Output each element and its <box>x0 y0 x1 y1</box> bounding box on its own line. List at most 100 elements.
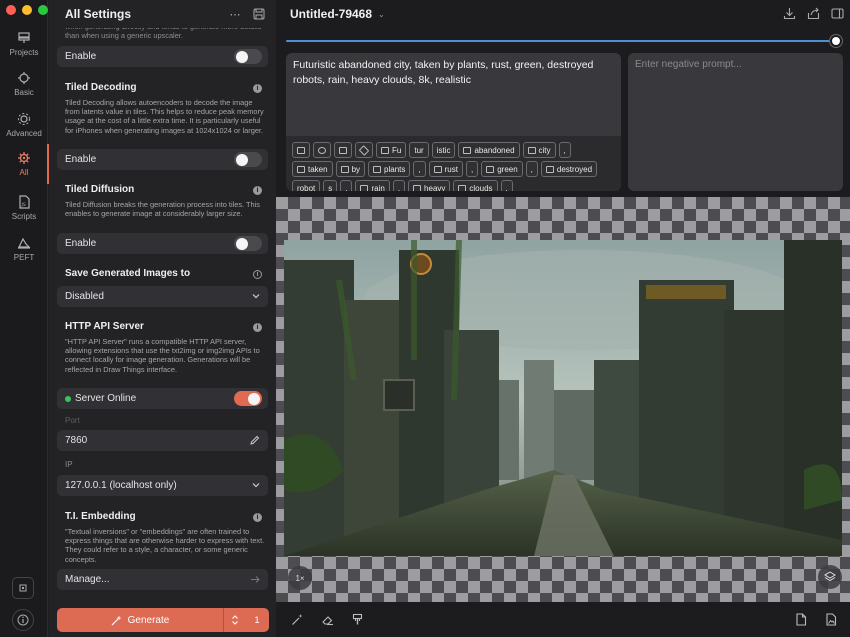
tiled-diffusion-enable-row[interactable]: Enable <box>57 233 268 254</box>
paint-brush-icon[interactable] <box>350 613 364 627</box>
server-status-row[interactable]: Server Online <box>57 388 268 409</box>
zoom-window-button[interactable] <box>38 5 48 15</box>
token[interactable]: green <box>481 161 523 177</box>
settings-header: All Settings ⋯ <box>49 0 276 28</box>
bottom-toolbar <box>276 602 850 637</box>
token[interactable]: city <box>522 142 556 158</box>
token[interactable]: rust <box>428 161 463 177</box>
generate-button[interactable]: Generate <box>57 608 223 632</box>
token[interactable]: robot <box>292 180 321 191</box>
slider-thumb[interactable] <box>830 35 842 47</box>
token[interactable]: , <box>340 180 353 191</box>
window-controls <box>6 5 48 15</box>
top-actions <box>782 6 844 20</box>
tiled-decoding-info-icon[interactable]: i <box>253 84 262 93</box>
chip-icon <box>19 584 27 592</box>
token[interactable]: clouds <box>453 180 498 191</box>
canvas[interactable]: 1× <box>276 197 850 602</box>
more-icon[interactable]: ⋯ <box>228 7 242 21</box>
token[interactable]: rain <box>355 180 390 191</box>
minimize-window-button[interactable] <box>22 5 32 15</box>
token[interactable]: heavy <box>408 180 451 191</box>
token[interactable]: plants <box>368 161 411 177</box>
ip-select[interactable]: 127.0.0.1 (localhost only) <box>57 475 268 496</box>
ip-value: 127.0.0.1 (localhost only) <box>65 480 177 491</box>
eraser-icon[interactable] <box>320 613 334 627</box>
tiled-diffusion-info-icon[interactable]: i <box>253 186 262 195</box>
pencil-icon[interactable] <box>249 435 260 446</box>
token[interactable]: taken <box>292 161 333 177</box>
document-title[interactable]: Untitled-79468 <box>290 7 372 21</box>
tiled-decoding-enable-label: Enable <box>65 154 97 165</box>
port-field[interactable]: 7860 <box>57 430 268 451</box>
token[interactable]: , <box>392 180 406 191</box>
settings-panel: All Settings ⋯ when generating directly … <box>49 0 276 637</box>
new-document-icon[interactable] <box>794 612 808 626</box>
settings-scroll[interactable]: when generating directly and tends to ge… <box>49 28 276 598</box>
token[interactable]: , <box>525 161 538 177</box>
rail-label-basic: Basic <box>14 88 34 97</box>
zoom-indicator[interactable]: 1× <box>288 566 312 590</box>
upscaler-enable-toggle[interactable] <box>234 49 262 64</box>
token[interactable]: destroyed <box>540 161 598 177</box>
tiled-diffusion-desc: Tiled Diffusion breaks the generation pr… <box>65 200 260 219</box>
generate-count-stepper[interactable] <box>223 608 245 632</box>
ti-embedding-info-icon[interactable]: i <box>253 513 262 522</box>
save-images-info-icon[interactable]: i <box>253 270 262 279</box>
rail-item-advanced[interactable]: Advanced <box>0 107 48 143</box>
info-button[interactable] <box>12 609 34 631</box>
prompt-text[interactable]: Futuristic abandoned city, taken by plan… <box>293 58 613 88</box>
token[interactable]: abandoned <box>458 142 520 158</box>
arrow-right-icon <box>251 576 260 583</box>
chevron-down-icon[interactable]: ⌄ <box>378 10 385 19</box>
prompt-box[interactable]: Futuristic abandoned city, taken by plan… <box>286 53 621 191</box>
save-icon[interactable] <box>252 7 266 21</box>
generate-label: Generate <box>127 614 170 626</box>
rail-item-all[interactable]: All <box>0 144 49 184</box>
tiled-decoding-title: Tiled Decoding <box>65 82 137 93</box>
token[interactable]: , <box>465 161 479 177</box>
rail-label-all: All <box>19 168 29 177</box>
server-status-label: Server Online <box>75 393 137 404</box>
http-api-info-icon[interactable]: i <box>253 323 262 332</box>
token[interactable]: s <box>323 180 338 191</box>
negative-prompt-box[interactable]: Enter negative prompt... <box>628 53 843 191</box>
rail-item-scripts[interactable]: JS Scripts <box>0 190 48 226</box>
token-strip: Fu tur istic abandoned city , taken by p… <box>286 136 621 191</box>
token[interactable]: by <box>335 161 366 177</box>
rail-item-projects[interactable]: Projects <box>0 26 48 62</box>
share-icon[interactable] <box>806 6 820 20</box>
rail-item-basic[interactable]: Basic <box>0 66 48 102</box>
save-images-title: Save Generated Images to <box>65 268 191 279</box>
token[interactable]: Fu <box>376 142 407 158</box>
token[interactable]: , <box>413 161 426 177</box>
chip-button[interactable] <box>12 577 34 599</box>
token[interactable]: , <box>558 142 571 158</box>
token[interactable]: , <box>500 180 513 191</box>
tiled-decoding-toggle[interactable] <box>234 152 262 167</box>
close-window-button[interactable] <box>6 5 16 15</box>
tiled-decoding-enable-row[interactable]: Enable <box>57 149 268 170</box>
download-icon[interactable] <box>782 6 796 20</box>
manage-label: Manage... <box>65 574 110 585</box>
sidebar-toggle-icon[interactable] <box>830 6 844 20</box>
strength-slider[interactable] <box>286 35 842 47</box>
token[interactable]: tur <box>409 142 429 158</box>
token-tool-icon[interactable] <box>313 142 331 158</box>
manage-embeddings-row[interactable]: Manage... <box>57 569 268 590</box>
tiled-diffusion-toggle[interactable] <box>234 236 262 251</box>
token[interactable]: istic <box>431 142 456 158</box>
layers-button[interactable] <box>818 565 842 589</box>
image-document-icon[interactable] <box>824 612 838 626</box>
magic-wand-icon[interactable] <box>290 613 304 627</box>
upscaler-enable-row[interactable]: Enable <box>57 46 268 67</box>
server-toggle[interactable] <box>234 391 262 406</box>
rail-label-peft: PEFT <box>13 253 35 262</box>
main-area: Untitled-79468 ⌄ Futuristic abandoned ci… <box>276 0 850 637</box>
generated-image <box>284 240 842 556</box>
token-tool-icon[interactable] <box>292 142 310 158</box>
token-tool-icon[interactable] <box>334 142 352 158</box>
save-images-select[interactable]: Disabled <box>57 286 268 307</box>
rail-item-peft[interactable]: PEFT <box>0 231 48 267</box>
token-tool-icon[interactable] <box>355 142 373 158</box>
